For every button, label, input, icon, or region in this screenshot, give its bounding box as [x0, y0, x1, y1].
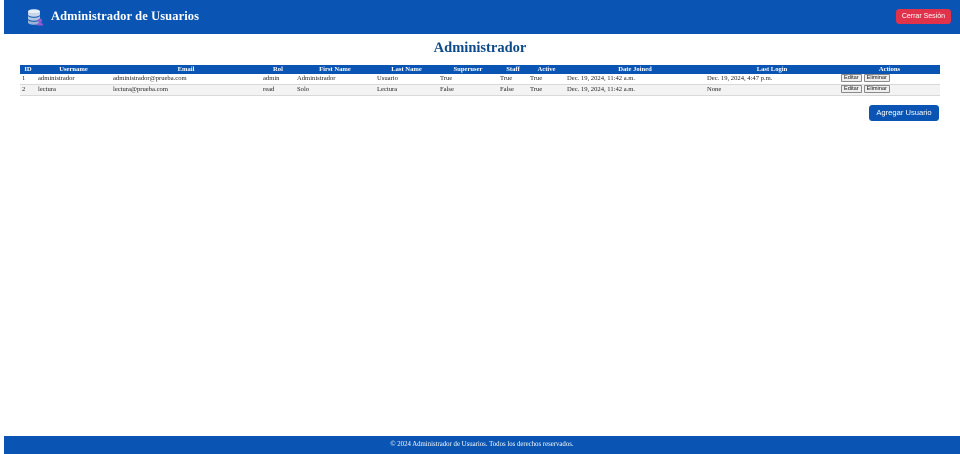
add-user-button[interactable]: Agregar Usuario: [869, 105, 939, 121]
cell-date-joined: Dec. 19, 2024, 11:42 a.m.: [565, 74, 705, 85]
column-header-email: Email: [111, 65, 261, 74]
edit-button[interactable]: Editar: [841, 74, 862, 83]
column-header-last-name: Last Name: [375, 65, 438, 74]
cell-last-name: Usuario: [375, 74, 438, 85]
footer-copyright: © 2024 Administrador de Usuarios. Todos …: [390, 441, 574, 448]
cell-staff: False: [498, 84, 528, 96]
cell-id: 1: [20, 74, 36, 85]
cell-rol: read: [261, 84, 295, 96]
column-header-last-login: Last Login: [705, 65, 839, 74]
app-title: Administrador de Usuarios: [51, 9, 200, 23]
column-header-superuser: Superuser: [438, 65, 498, 74]
column-header-rol: Rol: [261, 65, 295, 74]
column-header-date-joined: Date Joined: [565, 65, 705, 74]
cell-active: True: [528, 84, 565, 96]
cell-actions: Editar Eliminar: [839, 84, 940, 96]
cell-staff: True: [498, 74, 528, 85]
column-header-id: ID: [20, 65, 36, 74]
cell-superuser: True: [438, 74, 498, 85]
cell-active: True: [528, 74, 565, 85]
delete-button[interactable]: Eliminar: [863, 74, 890, 83]
cell-actions: Editar Eliminar: [839, 74, 940, 85]
cell-first-name: Administrador: [295, 74, 375, 85]
logout-button[interactable]: Cerrar Sesión: [895, 9, 951, 24]
column-header-staff: Staff: [498, 65, 528, 74]
cell-username: lectura: [36, 84, 111, 96]
table-header-row: ID Username Email Rol First Name Last Na…: [20, 65, 940, 74]
column-header-actions: Actions: [839, 65, 940, 74]
column-header-first-name: First Name: [295, 65, 375, 74]
database-user-icon: [26, 8, 44, 26]
top-navbar: Administrador de Usuarios Cerrar Sesión: [4, 0, 960, 34]
cell-username: administrador: [36, 74, 111, 85]
cell-id: 2: [20, 84, 36, 96]
cell-rol: admin: [261, 74, 295, 85]
delete-button[interactable]: Eliminar: [863, 85, 890, 94]
column-header-username: Username: [36, 65, 111, 74]
users-table: ID Username Email Rol First Name Last Na…: [20, 65, 940, 96]
table-row: 1 administrador administrador@prueba.com…: [20, 74, 940, 85]
cell-last-name: Lectura: [375, 84, 438, 96]
footer: © 2024 Administrador de Usuarios. Todos …: [4, 436, 960, 454]
cell-last-login: Dec. 19, 2024, 4:47 p.m.: [705, 74, 839, 85]
cell-superuser: False: [438, 84, 498, 96]
column-header-active: Active: [528, 65, 565, 74]
cell-date-joined: Dec. 19, 2024, 11:42 a.m.: [565, 84, 705, 96]
cell-last-login: None: [705, 84, 839, 96]
cell-email: lectura@prueba.com: [111, 84, 261, 96]
cell-first-name: Solo: [295, 84, 375, 96]
edit-button[interactable]: Editar: [841, 85, 862, 94]
page-title: Administrador: [433, 40, 527, 56]
table-row: 2 lectura lectura@prueba.com read Solo L…: [20, 84, 940, 96]
cell-email: administrador@prueba.com: [111, 74, 261, 85]
